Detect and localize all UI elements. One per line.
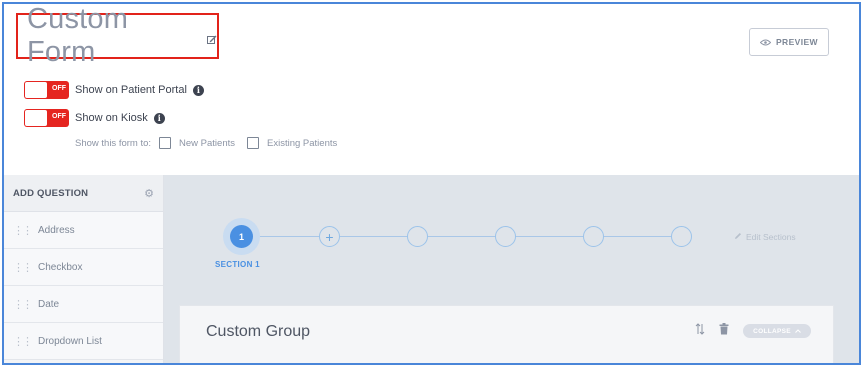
sidebar-header: ADD QUESTION ⚙ (4, 175, 163, 212)
settings-icon[interactable]: ⚙ (144, 187, 154, 200)
stepper-line (244, 236, 684, 237)
preview-button[interactable]: PREVIEW (749, 28, 829, 56)
kiosk-label: Show on Kiosk (75, 112, 148, 124)
question-item-label: Address (38, 224, 75, 236)
section-stepper: 1 + SECTION 1 Edit Sections (164, 175, 859, 295)
toggle-knob (25, 82, 47, 98)
eye-icon (759, 33, 772, 51)
edit-sections-label: Edit Sections (746, 232, 796, 242)
drag-handle-icon[interactable]: ⋮⋮ (13, 335, 33, 348)
edit-title-icon[interactable] (207, 35, 217, 45)
form-title: Custom Form (27, 3, 129, 68)
patient-portal-toggle-row: OFF Show on Patient Portal i (24, 81, 204, 99)
new-patients-label: New Patients (179, 137, 236, 149)
audience-selector: Show this form to: New Patients Existing… (75, 137, 337, 149)
section-step-1[interactable]: 1 (230, 225, 253, 248)
add-section-button[interactable]: + (319, 226, 340, 247)
existing-patients-checkbox[interactable] (247, 137, 260, 149)
form-builder-canvas: 1 + SECTION 1 Edit Sections Custom Group (164, 175, 859, 363)
patient-portal-toggle[interactable]: OFF (24, 81, 69, 99)
kiosk-toggle-row: OFF Show on Kiosk i (24, 109, 165, 127)
form-title-highlight: Custom Form (16, 4, 219, 68)
toggle-state: OFF (52, 113, 66, 120)
group-actions: COLLAPSE (695, 322, 811, 340)
question-item-checkbox[interactable]: ⋮⋮ Checkbox (4, 249, 163, 286)
drag-handle-icon[interactable]: ⋮⋮ (13, 261, 33, 274)
question-item-dropdown-list[interactable]: ⋮⋮ Dropdown List (4, 323, 163, 360)
info-icon[interactable]: i (153, 112, 165, 124)
question-item-label: Date (38, 298, 60, 310)
chevron-up-icon (795, 328, 801, 335)
reorder-icon[interactable] (695, 322, 705, 340)
question-item-label: Checkbox (38, 261, 83, 273)
drag-handle-icon[interactable]: ⋮⋮ (13, 298, 33, 311)
edit-sections-link[interactable]: Edit Sections (734, 232, 796, 242)
toggle-knob (25, 110, 47, 126)
audience-label: Show this form to: (75, 137, 152, 149)
pencil-icon (734, 232, 742, 242)
new-patients-checkbox[interactable] (159, 137, 172, 149)
app-window: Custom Form PREVIEW OFF Show on Patient … (2, 2, 861, 365)
existing-patients-label: Existing Patients (267, 137, 338, 149)
custom-group-card: Custom Group COLLAPSE (179, 305, 834, 363)
collapse-button[interactable]: COLLAPSE (743, 324, 811, 338)
toggle-state: OFF (52, 85, 66, 92)
group-title: Custom Group (206, 323, 311, 340)
question-item-label: Dropdown List (38, 335, 102, 347)
preview-label: PREVIEW (775, 37, 818, 47)
drag-handle-icon[interactable]: ⋮⋮ (13, 224, 33, 237)
active-section-label: SECTION 1 (215, 260, 260, 269)
sidebar-title: ADD QUESTION (13, 187, 89, 199)
section-step-empty[interactable] (671, 226, 692, 247)
question-item-date[interactable]: ⋮⋮ Date (4, 286, 163, 323)
question-item-address[interactable]: ⋮⋮ Address (4, 212, 163, 249)
section-step-empty[interactable] (583, 226, 604, 247)
patient-portal-label: Show on Patient Portal (75, 84, 187, 96)
kiosk-toggle[interactable]: OFF (24, 109, 69, 127)
section-step-empty[interactable] (495, 226, 516, 247)
collapse-label: COLLAPSE (753, 327, 791, 335)
question-sidebar: ADD QUESTION ⚙ ⋮⋮ Address ⋮⋮ Checkbox ⋮⋮… (4, 175, 164, 363)
info-icon[interactable]: i (192, 84, 204, 96)
trash-icon[interactable] (719, 322, 729, 340)
section-step-empty[interactable] (407, 226, 428, 247)
